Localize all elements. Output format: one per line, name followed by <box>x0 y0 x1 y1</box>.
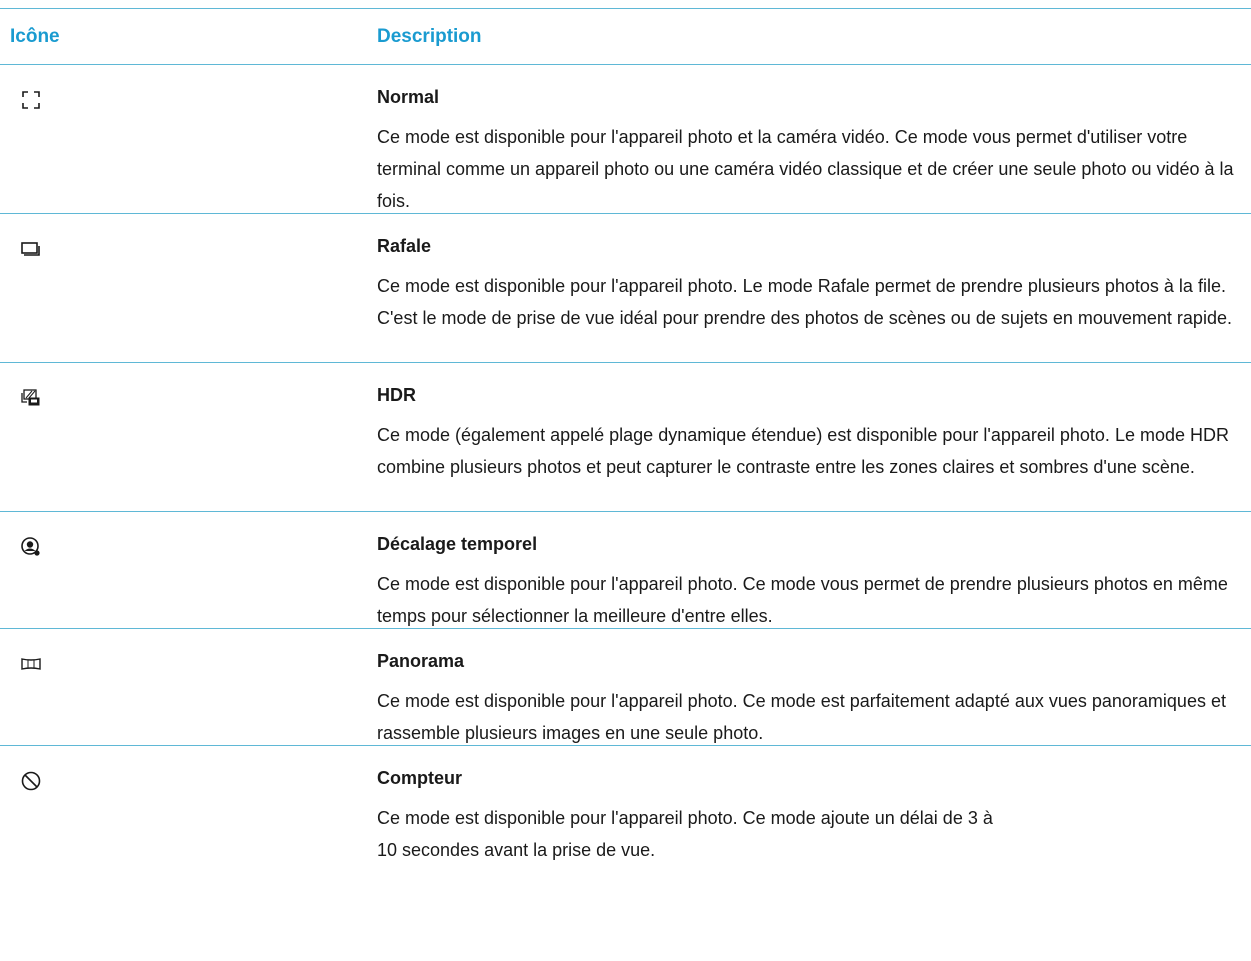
table-row-time-shift: Décalage temporel Ce mode est disponible… <box>0 512 1251 628</box>
mode-description: Ce mode est disponible pour l'appareil p… <box>377 574 1228 626</box>
description-column-header: Description <box>377 25 482 47</box>
mode-title: Panorama <box>377 651 465 671</box>
table-row-hdr: HDR Ce mode (également appelé plage dyna… <box>0 363 1251 511</box>
mode-title: Rafale <box>377 236 432 256</box>
description-cell: Panorama Ce mode est disponible pour l'a… <box>377 629 1251 745</box>
icon-cell <box>0 65 377 213</box>
mode-description: Ce mode est disponible pour l'appareil p… <box>377 808 993 860</box>
timer-icon <box>20 770 42 792</box>
mode-title: Compteur <box>377 768 462 788</box>
mode-description: Ce mode est disponible pour l'appareil p… <box>377 691 1226 743</box>
time-shift-icon <box>20 536 42 558</box>
normal-frame-icon <box>20 89 42 111</box>
description-cell: HDR Ce mode (également appelé plage dyna… <box>377 363 1251 511</box>
description-cell: Décalage temporel Ce mode est disponible… <box>377 512 1251 628</box>
description-cell: Compteur Ce mode est disponible pour l'a… <box>377 746 1251 864</box>
icon-cell <box>0 512 377 628</box>
mode-title: Décalage temporel <box>377 534 538 554</box>
table-row-panorama: Panorama Ce mode est disponible pour l'a… <box>0 629 1251 745</box>
icon-cell <box>0 214 377 362</box>
icon-cell <box>0 363 377 511</box>
table-row-normal: Normal Ce mode est disponible pour l'app… <box>0 65 1251 213</box>
mode-description: Ce mode (également appelé plage dynamiqu… <box>377 425 1229 477</box>
burst-icon <box>20 238 42 260</box>
icon-column-header: Icône <box>10 25 60 47</box>
hdr-icon <box>20 387 42 409</box>
icon-cell <box>0 746 377 864</box>
description-cell: Normal Ce mode est disponible pour l'app… <box>377 65 1251 213</box>
mode-description: Ce mode est disponible pour l'appareil p… <box>377 127 1234 211</box>
icon-cell <box>0 629 377 745</box>
table-row-burst: Rafale Ce mode est disponible pour l'app… <box>0 214 1251 362</box>
panorama-icon <box>20 653 42 675</box>
mode-description: Ce mode est disponible pour l'appareil p… <box>377 276 1232 328</box>
table-row-timer: Compteur Ce mode est disponible pour l'a… <box>0 746 1251 864</box>
camera-modes-table: Icône Description Normal Ce mode est dis… <box>0 8 1251 864</box>
description-cell: Rafale Ce mode est disponible pour l'app… <box>377 214 1251 362</box>
mode-title: HDR <box>377 385 416 405</box>
table-header-row: Icône Description <box>0 9 1251 64</box>
mode-title: Normal <box>377 87 440 107</box>
